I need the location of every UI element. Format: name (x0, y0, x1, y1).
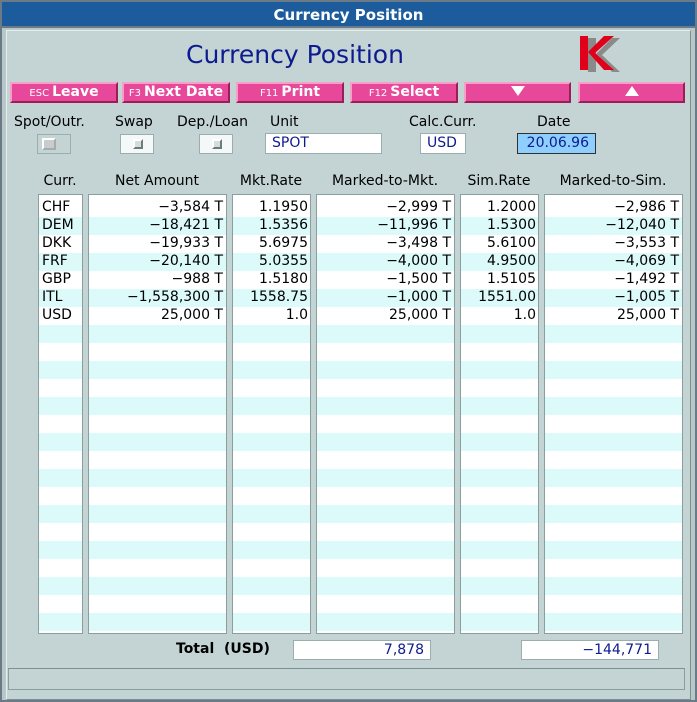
cell-net-amount: 25,000 T (161, 307, 223, 323)
total-text: Total (176, 641, 215, 657)
cell-sim-rate: 5.6100 (487, 235, 536, 251)
cell-marked-to-mkt: −11,996 T (377, 217, 451, 233)
cell-marked-to-mkt: −3,498 T (386, 235, 451, 251)
f12-key-label: F12 (368, 88, 388, 99)
status-bar (8, 668, 685, 690)
cell-curr: ITL (42, 289, 63, 305)
swap-label: Swap (115, 114, 153, 130)
cell-net-amount: −18,421 T (149, 217, 223, 233)
dep-loan-checkbox[interactable] (199, 134, 233, 154)
k-logo-icon (580, 36, 620, 72)
cell-marked-to-mkt: −4,000 T (386, 253, 451, 269)
cell-marked-to-sim: −1,492 T (614, 271, 679, 287)
cell-mkt-rate: 1.0 (285, 307, 308, 323)
leave-label: Leave (52, 84, 99, 100)
f3-key-label: F3 (128, 88, 142, 99)
select-label: Select (390, 84, 440, 100)
cell-sim-rate: 1551.00 (478, 289, 536, 305)
cell-sim-rate: 1.0 (513, 307, 536, 323)
cell-net-amount: −988 T (171, 271, 223, 287)
cell-marked-to-mkt: 25,000 T (389, 307, 451, 323)
arrow-up-icon (624, 85, 639, 96)
cell-curr: USD (42, 307, 72, 323)
col-header-net-amount: Net Amount (114, 173, 200, 189)
print-label: Print (281, 84, 321, 100)
page-title: Currency Position (186, 40, 404, 69)
leave-button[interactable]: ESC Leave (10, 82, 118, 103)
calc-curr-field[interactable]: USD (420, 133, 466, 154)
select-button[interactable]: F12 Select (350, 82, 458, 103)
col-header-curr: Curr. (43, 173, 77, 189)
cell-net-amount: −19,933 T (149, 235, 223, 251)
print-button[interactable]: F11 Print (236, 82, 344, 103)
date-label: Date (537, 114, 571, 130)
cell-mkt-rate: 5.6975 (259, 235, 308, 251)
unit-field[interactable]: SPOT (265, 133, 382, 154)
checkbox-box (133, 139, 143, 149)
esc-key-label: ESC (29, 88, 50, 99)
cell-sim-rate: 1.5300 (487, 217, 536, 233)
cell-net-amount: −3,584 T (158, 199, 223, 215)
cell-marked-to-mkt: −1,500 T (386, 271, 451, 287)
cell-curr: GBP (42, 271, 71, 287)
col-header-marked-to-sim: Marked-to-Sim. (559, 173, 667, 189)
cell-marked-to-sim: −4,069 T (614, 253, 679, 269)
checkbox-box (212, 139, 222, 149)
col-header-mkt-rate: Mkt.Rate (239, 173, 303, 189)
next-date-button[interactable]: F3 Next Date (122, 82, 230, 103)
spot-outr-checkbox[interactable] (37, 134, 71, 154)
checkbox-box (42, 138, 56, 150)
window-title: Currency Position (2, 2, 695, 28)
next-date-label: Next Date (144, 84, 224, 100)
cell-marked-to-sim: 25,000 T (617, 307, 679, 323)
spot-outr-label: Spot/Outr. (14, 114, 85, 130)
total-marked-to-mkt-field: 7,878 (293, 640, 431, 660)
cell-curr: DEM (42, 217, 74, 233)
cell-sim-rate: 4.9500 (487, 253, 536, 269)
cell-mkt-rate: 1.5356 (259, 217, 308, 233)
cell-marked-to-mkt: −1,000 T (386, 289, 451, 305)
cell-marked-to-sim: −2,986 T (614, 199, 679, 215)
cell-curr: FRF (42, 253, 68, 269)
cell-marked-to-mkt: −2,999 T (386, 199, 451, 215)
date-field[interactable]: 20.06.96 (517, 133, 596, 154)
scroll-down-button[interactable] (464, 82, 571, 103)
cell-marked-to-sim: −3,553 T (614, 235, 679, 251)
total-label: Total (USD) (176, 641, 270, 657)
calc-curr-label: Calc.Curr. (409, 114, 477, 130)
cell-mkt-rate: 5.0355 (259, 253, 308, 269)
total-marked-to-sim-field: −144,771 (521, 640, 659, 660)
unit-label: Unit (270, 114, 299, 130)
cell-marked-to-sim: −1,005 T (614, 289, 679, 305)
cell-curr: CHF (42, 199, 71, 215)
cell-mkt-rate: 1.5180 (259, 271, 308, 287)
cell-sim-rate: 1.2000 (487, 199, 536, 215)
cell-curr: DKK (42, 235, 72, 251)
col-header-sim-rate: Sim.Rate (467, 173, 531, 189)
cell-marked-to-sim: −12,040 T (605, 217, 679, 233)
swap-checkbox[interactable] (120, 134, 154, 154)
col-header-marked-to-mkt: Marked-to-Mkt. (331, 173, 439, 189)
f11-key-label: F11 (259, 88, 279, 99)
cell-net-amount: −20,140 T (149, 253, 223, 269)
cell-sim-rate: 1.5105 (487, 271, 536, 287)
cell-net-amount: −1,558,300 T (127, 289, 223, 305)
arrow-down-icon (510, 85, 525, 96)
cell-mkt-rate: 1.1950 (259, 199, 308, 215)
scroll-up-button[interactable] (578, 82, 685, 103)
cell-mkt-rate: 1558.75 (250, 289, 308, 305)
dep-loan-label: Dep./Loan (177, 114, 249, 130)
total-currency: (USD) (224, 641, 270, 657)
